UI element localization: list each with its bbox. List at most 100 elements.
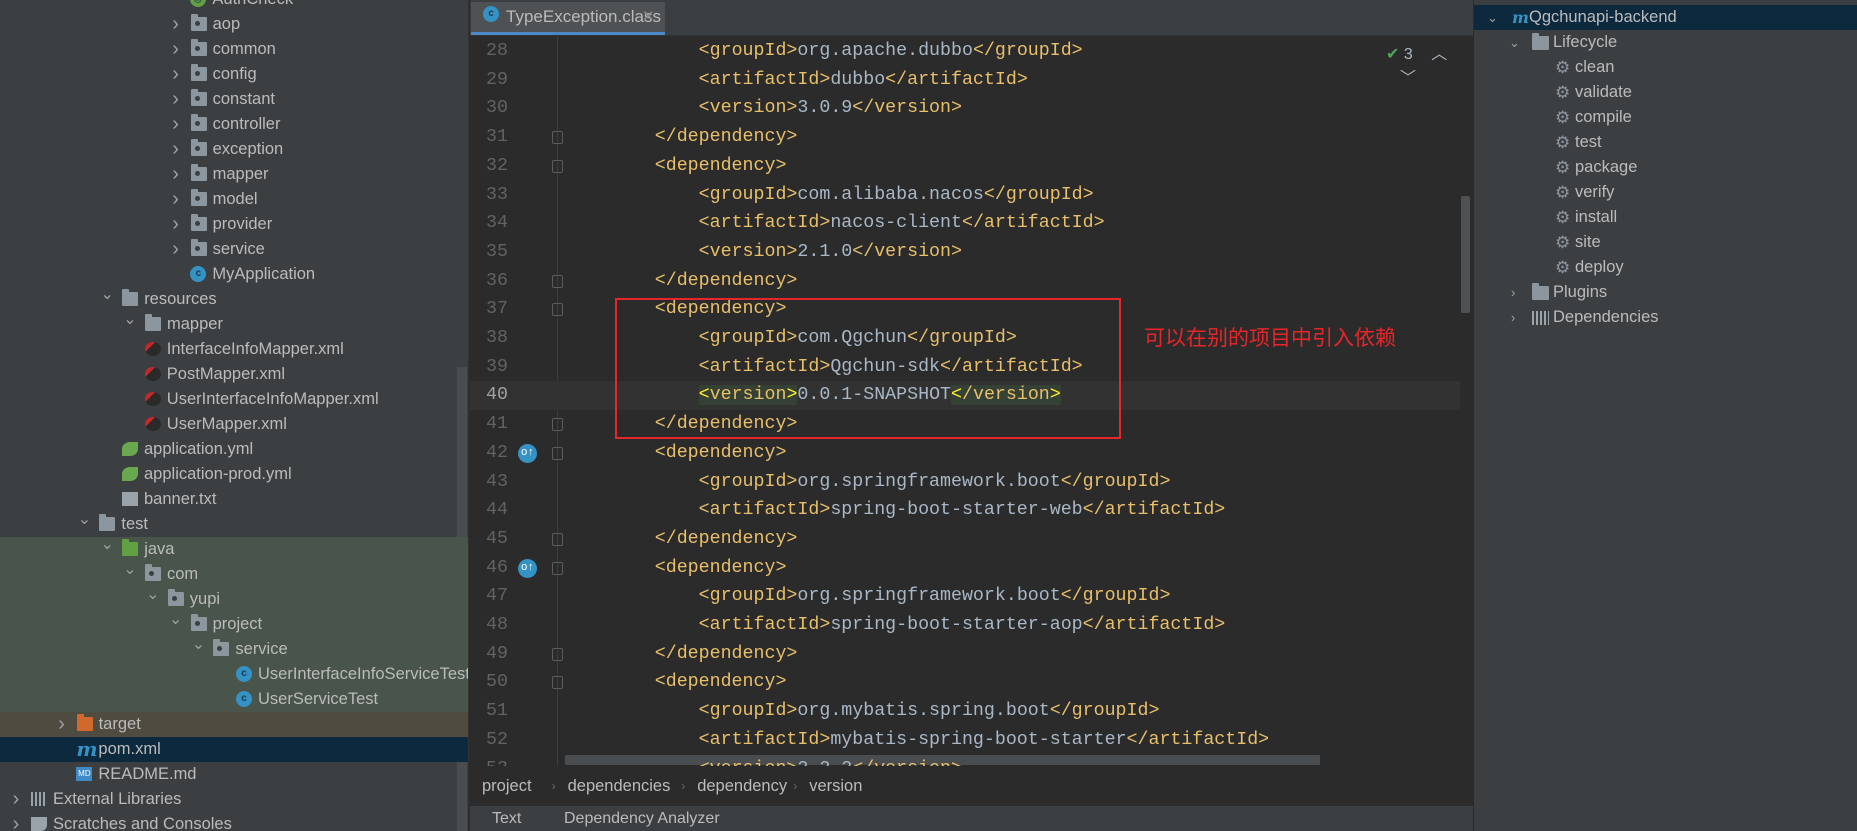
chevron-right-icon[interactable]: › xyxy=(55,712,69,737)
tree-item[interactable]: ⌄ project xyxy=(0,612,468,637)
tree-item[interactable]: application-prod.yml xyxy=(0,462,468,487)
chevron-down-icon[interactable]: ⌄ xyxy=(123,562,137,587)
code-line[interactable]: 42 o↑ <dependency> xyxy=(470,439,1460,468)
code-line[interactable]: 46 o↑ <dependency> xyxy=(470,554,1460,583)
code-line[interactable]: 35 <version>2.1.0</version> xyxy=(470,238,1460,267)
fold-marker-icon[interactable] xyxy=(552,446,563,460)
fold-marker-icon[interactable] xyxy=(552,418,563,432)
tree-item[interactable]: › aop xyxy=(0,12,468,37)
code-line[interactable]: 30 <version>3.0.9</version> xyxy=(470,94,1460,123)
tab-text[interactable]: Text xyxy=(492,806,521,831)
fold-marker-icon[interactable] xyxy=(552,131,563,145)
chevron-down-icon[interactable]: ⌄ xyxy=(1509,30,1520,55)
tree-item[interactable]: › constant xyxy=(0,87,468,112)
chevron-right-icon[interactable]: › xyxy=(1511,280,1515,305)
code-line[interactable]: 34 <artifactId>nacos-client</artifactId> xyxy=(470,209,1460,238)
tree-item[interactable]: › External Libraries xyxy=(0,787,468,812)
fold-marker-icon[interactable] xyxy=(552,561,563,575)
maven-root-item[interactable]: ⌄ m Qgchunapi-backend xyxy=(1474,5,1857,30)
chevron-right-icon[interactable]: › xyxy=(169,87,183,112)
maven-goal-verify[interactable]: ⚙ verify xyxy=(1474,180,1857,205)
chevron-right-icon[interactable]: › xyxy=(9,812,23,831)
chevron-right-icon[interactable]: › xyxy=(169,37,183,62)
chevron-right-icon[interactable]: › xyxy=(169,237,183,262)
tree-item[interactable]: ⌄ mapper xyxy=(0,312,468,337)
tree-item[interactable]: c MyApplication xyxy=(0,262,468,287)
tree-item[interactable]: UserInterfaceInfoMapper.xml xyxy=(0,387,468,412)
breadcrumb-item[interactable]: project xyxy=(482,766,532,806)
tree-item[interactable]: › controller xyxy=(0,112,468,137)
tree-item[interactable]: application.yml xyxy=(0,437,468,462)
code-line[interactable]: 31 </dependency> xyxy=(470,123,1460,152)
breadcrumb-item[interactable]: dependency xyxy=(697,766,787,806)
code-line[interactable]: 45 </dependency> xyxy=(470,525,1460,554)
code-line[interactable]: 53 <version>2.2.2</version> xyxy=(470,755,1460,767)
maven-dependencies-item[interactable]: › Dependencies xyxy=(1474,305,1857,330)
tree-item[interactable]: › model xyxy=(0,187,468,212)
maven-lifecycle-item[interactable]: ⌄ Lifecycle xyxy=(1474,30,1857,55)
maven-goal-package[interactable]: ⚙ package xyxy=(1474,155,1857,180)
tree-item[interactable]: @ AuthCheck xyxy=(0,0,468,12)
fold-marker-icon[interactable] xyxy=(552,647,563,661)
tree-item[interactable]: ⌄ test xyxy=(0,512,468,537)
tree-item[interactable]: › target xyxy=(0,712,468,737)
chevron-right-icon[interactable]: › xyxy=(1511,305,1515,330)
fold-marker-icon[interactable] xyxy=(552,303,563,317)
code-line[interactable]: 29 <artifactId>dubbo</artifactId> xyxy=(470,66,1460,95)
code-line[interactable]: 44 <artifactId>spring-boot-starter-web</… xyxy=(470,496,1460,525)
maven-goal-site[interactable]: ⚙ site xyxy=(1474,230,1857,255)
tree-item[interactable]: c UserInterfaceInfoServiceTest xyxy=(0,662,468,687)
tree-item[interactable]: › common xyxy=(0,37,468,62)
chevron-right-icon[interactable]: › xyxy=(169,162,183,187)
tree-item[interactable]: › mapper xyxy=(0,162,468,187)
code-line[interactable]: 43 <groupId>org.springframework.boot</gr… xyxy=(470,468,1460,497)
chevron-down-icon[interactable]: ⌄ xyxy=(123,312,137,337)
maven-goal-install[interactable]: ⚙ install xyxy=(1474,205,1857,230)
chevron-down-icon[interactable]: ⌄ xyxy=(100,287,114,312)
fold-marker-icon[interactable] xyxy=(552,532,563,546)
tree-item[interactable]: banner.txt xyxy=(0,487,468,512)
tree-item[interactable]: c UserServiceTest xyxy=(0,687,468,712)
code-line[interactable]: 47 <groupId>org.springframework.boot</gr… xyxy=(470,582,1460,611)
code-line[interactable]: 50 <dependency> xyxy=(470,668,1460,697)
maven-plugins-item[interactable]: › Plugins xyxy=(1474,280,1857,305)
code-line[interactable]: 49 </dependency> xyxy=(470,640,1460,669)
code-line[interactable]: 51 <groupId>org.mybatis.spring.boot</gro… xyxy=(470,697,1460,726)
fold-marker-icon[interactable] xyxy=(552,159,563,173)
maven-goal-compile[interactable]: ⚙ compile xyxy=(1474,105,1857,130)
chevron-right-icon[interactable]: › xyxy=(169,62,183,87)
maven-goal-test[interactable]: ⚙ test xyxy=(1474,130,1857,155)
tree-item[interactable]: ⌄ service xyxy=(0,637,468,662)
tree-item[interactable]: › exception xyxy=(0,137,468,162)
chevron-right-icon[interactable]: › xyxy=(9,787,23,812)
chevron-right-icon[interactable]: › xyxy=(169,12,183,37)
tree-item[interactable]: UserMapper.xml xyxy=(0,412,468,437)
tree-item[interactable]: ⌄ java xyxy=(0,537,468,562)
code-line[interactable]: 33 <groupId>com.alibaba.nacos</groupId> xyxy=(470,181,1460,210)
maven-goal-clean[interactable]: ⚙ clean xyxy=(1474,55,1857,80)
chevron-right-icon[interactable]: › xyxy=(169,212,183,237)
chevron-down-icon[interactable]: ⌄ xyxy=(1487,5,1498,30)
chevron-right-icon[interactable]: › xyxy=(169,112,183,137)
tree-item[interactable]: PostMapper.xml xyxy=(0,362,468,387)
override-gutter-icon[interactable]: o↑ xyxy=(518,558,537,578)
tree-item[interactable]: ⌄ resources xyxy=(0,287,468,312)
tree-item[interactable]: ⌄ yupi xyxy=(0,587,468,612)
editor-vertical-scrollbar[interactable] xyxy=(1461,196,1470,313)
tree-item[interactable]: MD README.md xyxy=(0,762,468,787)
breadcrumb-item[interactable]: dependencies xyxy=(568,766,671,806)
close-tab-icon[interactable]: ✕ xyxy=(642,2,655,32)
fold-marker-icon[interactable] xyxy=(552,274,563,288)
tree-item[interactable]: › config xyxy=(0,62,468,87)
chevron-down-icon[interactable]: ⌄ xyxy=(191,637,205,662)
chevron-down-icon[interactable]: ⌄ xyxy=(169,612,183,637)
chevron-right-icon[interactable]: › xyxy=(169,137,183,162)
tree-item[interactable]: › provider xyxy=(0,212,468,237)
code-line[interactable]: 32 <dependency> xyxy=(470,152,1460,181)
maven-goal-validate[interactable]: ⚙ validate xyxy=(1474,80,1857,105)
code-line[interactable]: 48 <artifactId>spring-boot-starter-aop</… xyxy=(470,611,1460,640)
chevron-down-icon[interactable]: ⌄ xyxy=(100,537,114,562)
code-line[interactable]: 52 <artifactId>mybatis-spring-boot-start… xyxy=(470,726,1460,755)
tree-item[interactable]: ⌄ com xyxy=(0,562,468,587)
override-gutter-icon[interactable]: o↑ xyxy=(518,443,537,463)
